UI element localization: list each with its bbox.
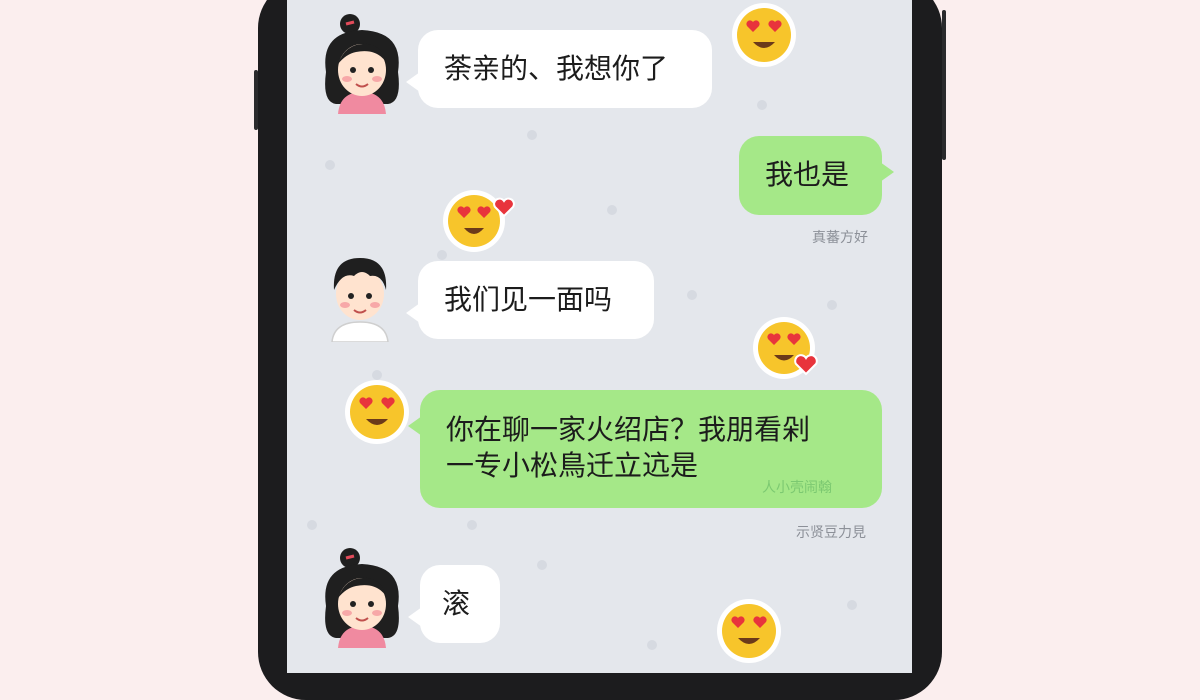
phone-side-button xyxy=(254,70,258,130)
message-bubble[interactable]: 我们见一面吗 xyxy=(406,261,654,339)
background-dot xyxy=(537,560,547,570)
heart-eyes-emoji xyxy=(732,3,796,67)
message-text-line: 你在聊一家火绍店？我朋看剁 xyxy=(446,413,811,446)
bubble-tail xyxy=(880,162,894,182)
background-dot xyxy=(757,100,767,110)
background-dot xyxy=(527,130,537,140)
message-bubble[interactable]: 滚 xyxy=(408,565,500,643)
bubble-tail xyxy=(408,607,422,627)
avatar-girl[interactable] xyxy=(316,12,408,114)
background-dot xyxy=(847,600,857,610)
background-dot xyxy=(307,520,317,530)
message-text: 荼亲的、我想你了 xyxy=(444,52,669,85)
background-dot xyxy=(325,160,335,170)
background-dot xyxy=(647,640,657,650)
heart-eyes-emoji xyxy=(753,317,818,379)
heart-eyes-emoji xyxy=(717,599,781,663)
phone-side-button xyxy=(942,10,946,160)
background-dot xyxy=(827,300,837,310)
message-text: 滚 xyxy=(442,587,471,620)
background-dot xyxy=(687,290,697,300)
message-text: 我也是 xyxy=(765,158,850,191)
heart-eyes-emoji xyxy=(345,380,409,444)
message-timestamp: 真蕃方好 xyxy=(812,230,868,246)
bubble-tail xyxy=(406,72,420,92)
bubble-tail xyxy=(408,416,422,436)
avatar-boy[interactable] xyxy=(322,252,398,342)
message-bubble[interactable]: 我也是 xyxy=(739,136,894,215)
watermark-text: 人小壳闹翰 xyxy=(762,480,832,496)
message-text: 我们见一面吗 xyxy=(444,283,613,316)
avatar-girl[interactable] xyxy=(316,546,408,648)
background-dot xyxy=(607,205,617,215)
message-timestamp: 示贤豆力見 xyxy=(796,525,866,541)
message-bubble[interactable]: 荼亲的、我想你了 xyxy=(406,30,712,108)
bubble-tail xyxy=(406,303,420,323)
background-dot xyxy=(467,520,477,530)
heart-eyes-emoji xyxy=(443,190,515,252)
